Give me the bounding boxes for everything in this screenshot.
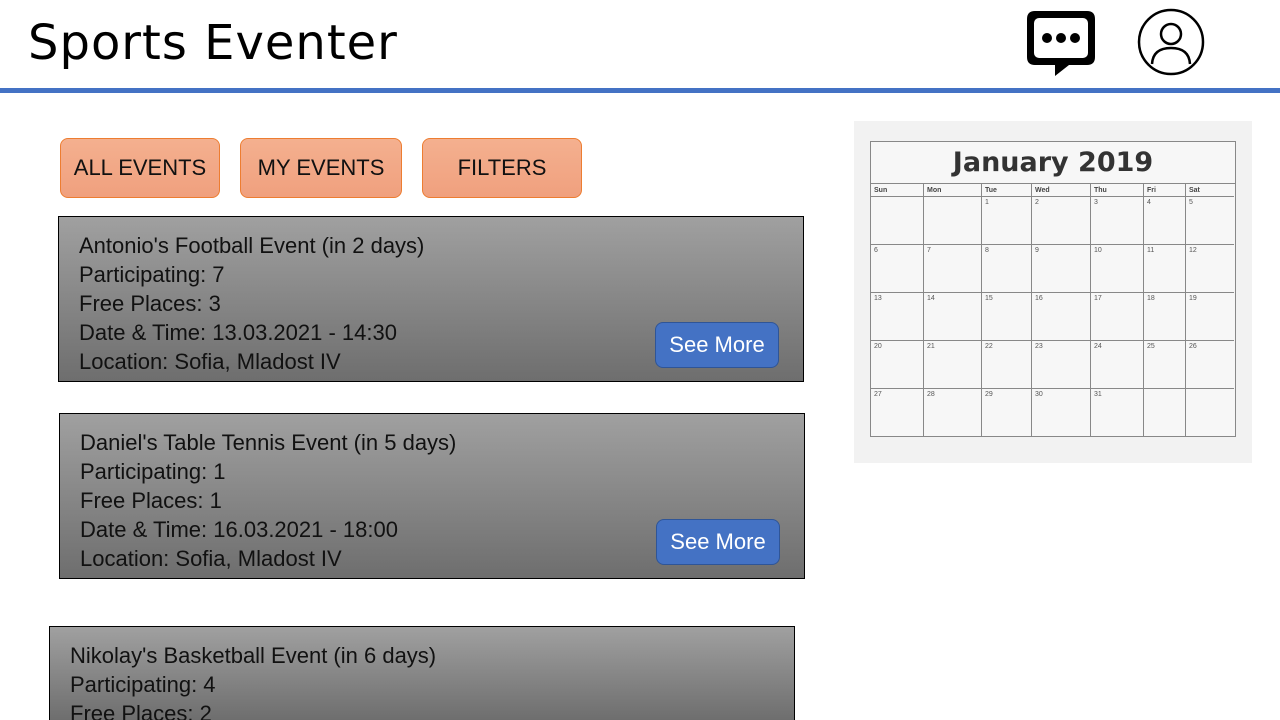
- filters-button[interactable]: FILTERS: [422, 138, 582, 198]
- calendar-day[interactable]: 24: [1091, 341, 1144, 389]
- calendar-panel: January 2019 Sun Mon Tue Wed Thu Fri Sat 1 2 3 4 5 6…: [854, 121, 1252, 463]
- event-free-places: Free Places: 3: [79, 291, 221, 316]
- calendar-grid: Sun Mon Tue Wed Thu Fri Sat 1 2 3 4 5 6 7 8 9 10 11 12 13 14…: [871, 184, 1235, 437]
- calendar-empty-cell: [871, 197, 924, 245]
- calendar-day[interactable]: 18: [1144, 293, 1186, 341]
- calendar-day[interactable]: 10: [1091, 245, 1144, 293]
- event-participating: Participating: 1: [80, 459, 226, 484]
- see-more-button[interactable]: See More: [656, 519, 780, 565]
- calendar-weekday-mon: Mon: [924, 184, 982, 197]
- calendar-empty-cell: [1144, 389, 1186, 437]
- calendar-day[interactable]: 17: [1091, 293, 1144, 341]
- calendar-weekday-thu: Thu: [1091, 184, 1144, 197]
- calendar-day[interactable]: 12: [1186, 245, 1234, 293]
- calendar-day[interactable]: 9: [1032, 245, 1091, 293]
- calendar-day[interactable]: 29: [982, 389, 1032, 437]
- calendar-weekday-tue: Tue: [982, 184, 1032, 197]
- calendar-day[interactable]: 16: [1032, 293, 1091, 341]
- calendar-day[interactable]: 1: [982, 197, 1032, 245]
- calendar-empty-cell: [924, 197, 982, 245]
- calendar-day[interactable]: 3: [1091, 197, 1144, 245]
- calendar-day[interactable]: 28: [924, 389, 982, 437]
- app-title: Sports Eventer: [28, 15, 398, 71]
- calendar-day[interactable]: 31: [1091, 389, 1144, 437]
- event-title: Nikolay's Basketball Event (in 6 days): [70, 643, 437, 668]
- calendar-day[interactable]: 13: [871, 293, 924, 341]
- calendar-day[interactable]: 30: [1032, 389, 1091, 437]
- calendar-day[interactable]: 15: [982, 293, 1032, 341]
- calendar-day[interactable]: 22: [982, 341, 1032, 389]
- event-free-places: Free Places: 1: [80, 488, 222, 513]
- calendar-day[interactable]: 6: [871, 245, 924, 293]
- calendar-day[interactable]: 7: [924, 245, 982, 293]
- calendar-day[interactable]: 14: [924, 293, 982, 341]
- event-free-places: Free Places: 2: [70, 701, 212, 720]
- calendar-day[interactable]: 21: [924, 341, 982, 389]
- tab-all-events[interactable]: ALL EVENTS: [60, 138, 220, 198]
- calendar-day[interactable]: 5: [1186, 197, 1234, 245]
- calendar-day[interactable]: 26: [1186, 341, 1234, 389]
- calendar: January 2019 Sun Mon Tue Wed Thu Fri Sat 1 2 3 4 5 6…: [870, 141, 1236, 437]
- calendar-day[interactable]: 20: [871, 341, 924, 389]
- calendar-day[interactable]: 23: [1032, 341, 1091, 389]
- calendar-day[interactable]: 11: [1144, 245, 1186, 293]
- event-card-table-tennis: Daniel's Table Tennis Event (in 5 days) …: [59, 413, 805, 579]
- tab-my-events[interactable]: MY EVENTS: [240, 138, 402, 198]
- calendar-day[interactable]: 27: [871, 389, 924, 437]
- event-title: Antonio's Football Event (in 2 days): [79, 233, 425, 258]
- calendar-day[interactable]: 8: [982, 245, 1032, 293]
- user-profile-icon[interactable]: [1136, 8, 1206, 76]
- calendar-day[interactable]: 2: [1032, 197, 1091, 245]
- calendar-month-title: January 2019: [871, 142, 1235, 184]
- event-title: Daniel's Table Tennis Event (in 5 days): [80, 430, 457, 455]
- chat-bubble-icon[interactable]: [1025, 8, 1097, 78]
- event-participating: Participating: 4: [70, 672, 216, 697]
- calendar-weekday-fri: Fri: [1144, 184, 1186, 197]
- calendar-weekday-wed: Wed: [1032, 184, 1091, 197]
- calendar-weekday-sun: Sun: [871, 184, 924, 197]
- calendar-day[interactable]: 4: [1144, 197, 1186, 245]
- calendar-day[interactable]: 19: [1186, 293, 1234, 341]
- calendar-empty-cell: [1186, 389, 1234, 437]
- see-more-button[interactable]: See More: [655, 322, 779, 368]
- event-participating: Participating: 7: [79, 262, 225, 287]
- calendar-day[interactable]: 25: [1144, 341, 1186, 389]
- calendar-weekday-sat: Sat: [1186, 184, 1234, 197]
- event-card-football: Antonio's Football Event (in 2 days) Par…: [58, 216, 804, 382]
- event-card-basketball: Nikolay's Basketball Event (in 6 days) P…: [49, 626, 795, 720]
- header-divider: [0, 88, 1280, 93]
